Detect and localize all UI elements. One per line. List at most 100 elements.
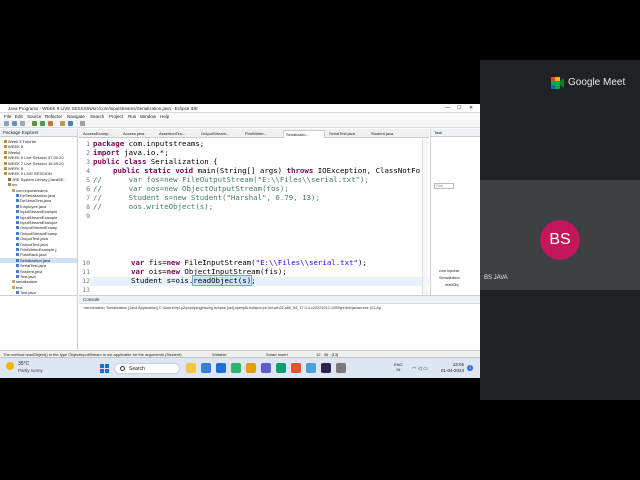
project-icon <box>4 145 7 149</box>
outline-item[interactable]: readObj <box>445 283 459 287</box>
project-icon <box>4 156 7 160</box>
window-titlebar: Java Programs - WEEK 9 LIVE SESSION/src/… <box>0 104 480 113</box>
tree-item-label: InputStreamExample <box>20 214 58 220</box>
editor-tab[interactable]: OutputStream... <box>199 130 241 138</box>
file-icon <box>16 204 19 208</box>
file-explorer-icon[interactable] <box>186 363 196 373</box>
windows-taskbar: 35°C Partly sunny Search ENG IN ◠ ◁ ▭ 13… <box>0 357 480 378</box>
run-icon[interactable] <box>40 121 45 126</box>
battery-icon[interactable]: ▭ <box>423 366 428 372</box>
line-number: 6 <box>86 185 90 193</box>
new-icon[interactable] <box>4 121 9 126</box>
line-number: 8 <box>86 203 90 211</box>
line-number: 5 <box>86 176 90 184</box>
file-icon <box>16 269 19 273</box>
taskbar-clock[interactable]: 13:05 01-04-2023 <box>440 362 464 374</box>
menu-edit[interactable]: Edit <box>15 113 23 120</box>
tree-item-label: OutputText.java <box>20 241 48 247</box>
system-tray-icons[interactable]: ◠ ◁ ▭ <box>412 366 428 372</box>
project-icon <box>4 172 7 176</box>
code-line-11: var ois=new ObjectInputStream(fis); <box>131 267 287 276</box>
editor-tab[interactable]: Student.java <box>369 130 405 138</box>
find-input[interactable]: Find <box>434 183 454 189</box>
lib-icon <box>8 177 11 181</box>
code-line-8: // oos.writeObject(s); <box>93 202 214 211</box>
tree-item-label: InputStreamExample <box>20 220 58 225</box>
wifi-icon[interactable]: ◠ <box>412 366 416 372</box>
lower-left-panel <box>0 295 78 350</box>
outline-item[interactable]: Serialization <box>439 276 460 280</box>
editor-tab[interactable]: PrintWriter... <box>243 130 281 138</box>
debug-icon[interactable] <box>32 121 37 126</box>
tree-item-label: InputStreamExample <box>20 209 58 215</box>
project-icon <box>4 150 7 154</box>
editor-tab[interactable]: SerialTest.java <box>327 130 367 138</box>
code-editor[interactable]: 1 2 3 4 5 6 7 8 9 10 11 12 13 14 package… <box>79 139 429 295</box>
code-line-6: // var oos=new ObjectOutputStream(fos); <box>93 184 289 193</box>
tree-item-label: JRE System Library [JavaSE- <box>12 176 65 182</box>
edge-browser-icon[interactable] <box>216 363 226 373</box>
tree-item-label: DeSerialTest.java <box>20 198 52 204</box>
menu-file[interactable]: File <box>4 113 11 120</box>
weather-sun-icon[interactable] <box>6 362 14 370</box>
language-indicator[interactable]: ENG IN <box>394 362 403 372</box>
file-icon <box>16 221 19 224</box>
menu-run[interactable]: Run <box>128 113 136 120</box>
minimize-button[interactable]: — <box>445 104 450 113</box>
teams-icon[interactable] <box>261 363 271 373</box>
app-icon-green[interactable] <box>231 363 241 373</box>
print-icon[interactable] <box>20 121 25 126</box>
maximize-button[interactable]: ☐ <box>457 104 461 113</box>
notification-badge[interactable]: 3 <box>467 365 473 371</box>
menu-project[interactable]: Project <box>109 113 123 120</box>
menu-bar: File Edit Source Refactor Navigate Searc… <box>0 113 480 120</box>
app-icon-teal[interactable] <box>276 363 286 373</box>
editor-tab[interactable]: AssertionTes... <box>157 130 197 138</box>
editor-tab[interactable]: AccessExamp... <box>81 130 119 138</box>
eclipse-icon[interactable] <box>321 363 331 373</box>
windows-start-icon[interactable] <box>100 364 109 373</box>
taskview-icon[interactable] <box>201 363 211 373</box>
taskbar-search-box[interactable]: Search <box>114 363 180 374</box>
new-package-icon[interactable] <box>60 121 65 126</box>
file-icon <box>16 237 19 241</box>
file-icon <box>16 215 19 219</box>
console-title[interactable]: Console <box>79 296 480 304</box>
app-icon-grey[interactable] <box>336 363 346 373</box>
package-explorer-panel: Package Explorer Week 5 Tutorial WEEK 5 We… <box>0 129 78 295</box>
editor-tabs: AccessExamp... Access.java AssertionTes...… <box>79 129 429 138</box>
selected-method-call[interactable]: readObject(s) <box>192 275 253 286</box>
menu-window[interactable]: Window <box>140 113 156 120</box>
menu-search[interactable]: Search <box>90 113 104 120</box>
file-icon <box>16 275 19 278</box>
console-output: <terminated> Serialization [Java Applica… <box>83 306 382 310</box>
firefox-icon[interactable] <box>291 363 301 373</box>
code-line-3: public class Serialization { <box>93 157 218 166</box>
line-number: 1 <box>86 140 90 148</box>
file-icon <box>16 264 19 268</box>
save-icon[interactable] <box>12 121 17 126</box>
chrome-icon[interactable] <box>306 363 316 373</box>
menu-source[interactable]: Source <box>27 113 41 120</box>
file-icon <box>16 199 19 203</box>
app-icon-yellow[interactable] <box>246 363 256 373</box>
file-icon <box>16 226 19 230</box>
tree-item-label: OutputStreamExamp <box>20 230 58 236</box>
editor-tab[interactable]: Access.java <box>121 130 155 138</box>
tree-item-label: Week 5 Tutorial <box>8 139 36 144</box>
editor-vertical-scrollbar[interactable] <box>422 139 428 295</box>
close-button[interactable]: ✕ <box>469 104 473 113</box>
external-tools-icon[interactable] <box>48 121 53 126</box>
outline-item[interactable]: com.inputstr <box>439 269 460 273</box>
editor-tab[interactable]: Serializatio... <box>283 130 325 138</box>
menu-refactor[interactable]: Refactor <box>45 113 62 120</box>
menu-navigate[interactable]: Navigate <box>67 113 85 120</box>
menu-help[interactable]: Help <box>160 113 169 120</box>
line-number: 2 <box>86 149 90 157</box>
taskbar-search-label: Search <box>129 366 145 372</box>
file-icon <box>16 291 19 295</box>
new-class-icon[interactable] <box>68 121 73 126</box>
file-icon <box>16 253 19 257</box>
search-icon[interactable] <box>80 121 85 126</box>
volume-icon[interactable]: ◁ <box>418 366 422 372</box>
